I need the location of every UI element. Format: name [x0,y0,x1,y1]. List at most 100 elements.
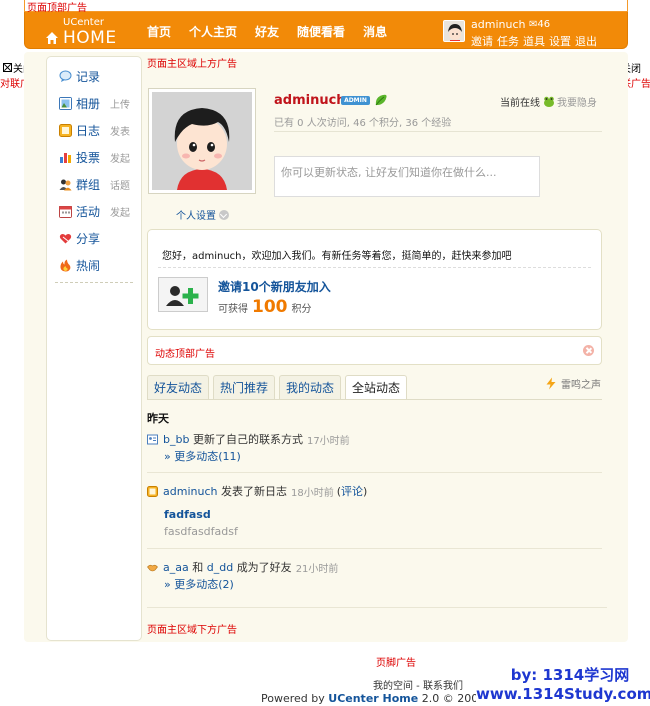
group-icon [59,179,72,191]
header-username[interactable]: adminuch [471,18,525,31]
profile-avatar[interactable] [148,88,256,194]
sidebar-item-action[interactable]: 发表 [110,123,130,138]
site-watermark: by: 1314学习网 www.1314Study.com [476,664,650,703]
profile-divider [274,131,602,132]
sidebar-item-records[interactable]: 记录 [59,68,100,85]
tab-my-feed[interactable]: 我的动态 [279,375,342,399]
house-icon [46,32,58,44]
thunder-label: 雷鸣之声 [561,380,601,391]
comment-link[interactable]: 评论 [341,485,363,498]
invite-reward: 可获得 100 积分 [218,297,312,317]
avatar-image [152,92,252,190]
invite-task-image[interactable] [158,277,208,312]
feed-action-text: 成为了好友 [236,561,292,574]
online-label: 当前在线 [500,98,540,109]
cartoon-boy-avatar-icon [152,92,252,190]
sidebar-item-groups[interactable]: 群组 话题 [59,176,130,193]
nav-home[interactable]: 首页 [147,23,171,40]
more-activity-link[interactable]: » 更多动态(11) [164,448,241,464]
close-circle-icon[interactable] [583,345,594,356]
footer-powered-by: Powered by UCenter Home 2.0 © 2001 [261,692,485,705]
admin-badge: ADMIN [341,96,370,105]
tabs-baseline [147,399,602,400]
feed-top-ad: 动态顶部广告 [147,336,602,365]
reward-unit: 积分 [291,304,312,315]
main-ad-top: 页面主区域上方广告 [147,59,237,70]
blog-post-title[interactable]: fadfasd [164,508,211,521]
welcome-panel: 您好，adminuch，欢迎加入我们。有新任务等着您，挺简单的，赶快来参加吧 邀… [147,229,602,330]
powered-brand-link[interactable]: UCenter Home [328,692,418,705]
header-avatar[interactable] [443,20,465,42]
comment-link-wrap: (评论) [336,485,368,498]
sidebar-item-blog[interactable]: 日志 发表 [59,122,130,139]
sidebar-item-poll[interactable]: 投票 发起 [59,149,130,166]
feed-conjunction: 和 [192,561,204,574]
welcome-message: 您好，adminuch，欢迎加入我们。有新任务等着您，挺简单的，赶快来参加吧 [162,251,512,262]
feed-divider [147,472,602,473]
logo-small-text: UCenter [63,17,104,28]
sidebar-item-label: 群组 [76,178,101,192]
tab-hot[interactable]: 热门推荐 [213,375,276,399]
top-ad-banner: 页面顶部广告 [24,0,628,14]
sidebar-item-action[interactable]: 发起 [110,150,130,165]
leaf-icon [375,94,387,106]
feed-user-link[interactable]: b_bb [163,433,189,446]
status-input[interactable]: 你可以更新状态, 让好友们知道你在做什么... [274,156,540,197]
footer-links[interactable]: 我的空间 - 联系我们 [373,677,463,692]
nav-profile[interactable]: 个人主页 [189,23,237,40]
invite-task-title[interactable]: 邀请10个新朋友加入 [218,278,331,295]
nav-friends[interactable]: 好友 [255,23,279,40]
sidebar-item-action[interactable]: 发起 [110,204,130,219]
app-sidebar: 记录 相册 上传 日志 发表 投票 发起 群组 话题 活动 发起 分享 热闹 [46,56,142,641]
contact-card-icon [147,434,158,444]
poll-icon [60,153,71,163]
link-props[interactable]: 道具 [523,33,545,49]
sidebar-item-action[interactable]: 上传 [110,96,130,111]
link-tasks[interactable]: 任务 [497,33,519,49]
feed-user-link[interactable]: d_dd [207,561,233,574]
profile-settings-link[interactable]: 个人设置 [176,207,229,222]
blog-icon [147,485,158,497]
sidebar-item-label: 活动 [76,205,101,219]
thunder-link[interactable]: 雷鸣之声 [545,376,601,391]
tab-site-feed[interactable]: 全站动态 [345,375,408,400]
logo-big-text: HOME [63,28,117,48]
fire-icon [60,259,71,272]
feed-timestamp: 21小时前 [295,563,339,575]
feed-bottom-divider [147,607,607,608]
message-count: 46 [537,19,551,30]
chevron-down-circle-icon [219,209,229,220]
sidebar-divider [55,282,133,283]
feed-action-text: 发表了新日志 [220,485,287,498]
tab-friends-feed[interactable]: 好友动态 [147,375,210,399]
profile-username[interactable]: adminuch [274,93,346,108]
feed-user-link[interactable]: a_aa [163,561,189,574]
sidebar-item-action[interactable]: 话题 [110,177,130,192]
nav-explore[interactable]: 随便看看 [297,23,345,40]
nav-messages[interactable]: 消息 [363,23,387,40]
sidebar-item-label: 投票 [76,151,101,165]
reward-value: 100 [252,297,288,317]
feed-user-link[interactable]: adminuch [163,485,217,498]
footer-ad: 页脚广告 [376,658,416,669]
message-counter[interactable]: ✉46 [529,19,550,30]
frog-icon [544,96,554,107]
link-invite[interactable]: 邀请 [471,33,493,49]
sidebar-item-events[interactable]: 活动 发起 [59,203,130,220]
sidebar-item-album[interactable]: 相册 上传 [59,95,130,112]
feed-tabs: 好友动态 热门推荐 我的动态 全站动态 [147,375,411,400]
link-logout[interactable]: 退出 [575,33,597,49]
main-ad-bottom: 页面主区域下方广告 [147,625,237,636]
sidebar-item-share[interactable]: 分享 [59,230,100,247]
welcome-divider [158,267,591,268]
avatar-face-icon [444,21,464,41]
link-settings[interactable]: 设置 [549,33,571,49]
online-status: 当前在线 我要隐身 [500,94,597,109]
go-invisible-link[interactable]: 我要隐身 [557,94,597,109]
sidebar-item-label: 分享 [76,232,101,246]
sidebar-item-hot[interactable]: 热闹 [59,257,100,274]
more-activity-link[interactable]: » 更多动态(2) [164,576,234,592]
feed-action-text: 更新了自己的联系方式 [192,433,303,446]
reward-prefix: 可获得 [218,304,248,315]
sidebar-item-label: 热闹 [76,259,101,273]
